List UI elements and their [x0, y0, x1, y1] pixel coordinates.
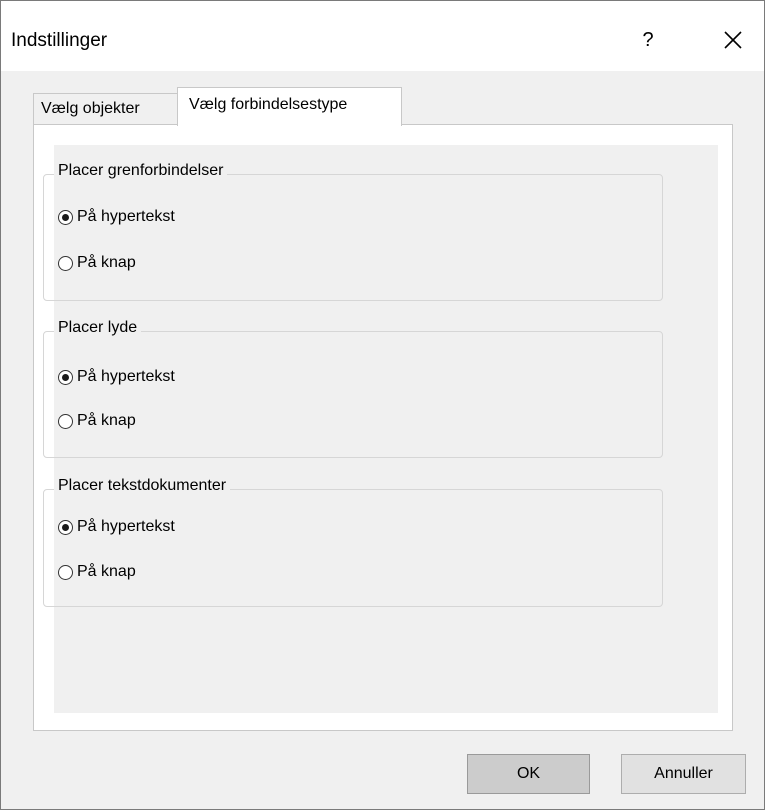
radio-checked-icon	[58, 369, 73, 385]
radio-checked-icon	[58, 519, 73, 535]
tab-choose-link-type[interactable]: Vælg forbindelsestype	[177, 87, 402, 126]
radio-unchecked-icon	[58, 255, 73, 271]
group-legend: Placer grenforbindelser	[54, 162, 228, 180]
radio-label: På hypertekst	[77, 518, 175, 535]
group-legend: Placer tekstdokumenter	[54, 477, 231, 495]
radio-sounds-hypertext[interactable]: På hypertekst	[58, 365, 175, 389]
radio-branch-button[interactable]: På knap	[58, 251, 136, 275]
radio-checked-icon	[58, 209, 73, 225]
radio-label: På knap	[77, 412, 136, 429]
radio-sounds-button[interactable]: På knap	[58, 409, 136, 433]
ok-button[interactable]: OK	[467, 754, 590, 794]
radio-label: På knap	[77, 563, 136, 580]
help-button[interactable]: ?	[633, 25, 663, 55]
radio-label: På hypertekst	[77, 368, 175, 385]
radio-label: På hypertekst	[77, 208, 175, 225]
cancel-button[interactable]: Annuller	[621, 754, 746, 794]
tab-choose-objects[interactable]: Vælg objekter	[33, 93, 179, 125]
close-icon	[724, 31, 742, 49]
radio-unchecked-icon	[58, 564, 73, 580]
group-branch-links: Placer grenforbindelser På hypertekst På…	[43, 162, 663, 301]
window-title: Indstillinger	[11, 30, 108, 51]
title-bar: Indstillinger ?	[1, 1, 764, 71]
close-button[interactable]	[715, 23, 751, 57]
settings-dialog: Indstillinger ? Vælg objekter Vælg forbi…	[0, 0, 765, 810]
radio-label: På knap	[77, 254, 136, 271]
group-text-documents: Placer tekstdokumenter På hypertekst På …	[43, 477, 663, 607]
radio-unchecked-icon	[58, 413, 73, 429]
radio-branch-hypertext[interactable]: På hypertekst	[58, 205, 175, 229]
radio-docs-button[interactable]: På knap	[58, 560, 136, 584]
group-legend: Placer lyde	[54, 319, 142, 337]
radio-docs-hypertext[interactable]: På hypertekst	[58, 515, 175, 539]
group-sounds: Placer lyde På hypertekst På knap	[43, 319, 663, 458]
